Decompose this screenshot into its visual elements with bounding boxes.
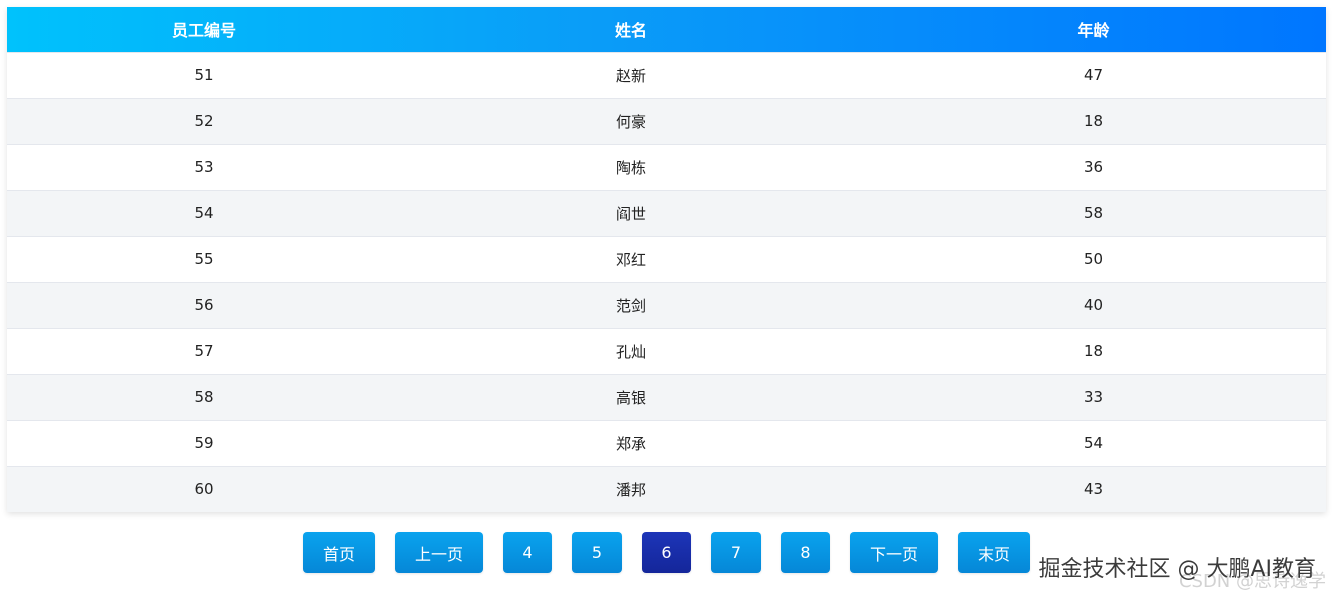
table-row: 60 潘邦 43 — [7, 466, 1326, 512]
watermark-juejin: 掘金技术社区 @ 大鹏AI教育 — [1038, 557, 1316, 582]
cell-age: 18 — [1083, 342, 1104, 360]
table-row: 51 赵新 47 — [7, 52, 1326, 98]
page-button-7[interactable]: 7 — [711, 532, 761, 573]
cell-name: 陶栋 — [615, 158, 646, 177]
table-row: 52 何豪 18 — [7, 98, 1326, 144]
table-row: 53 陶栋 36 — [7, 144, 1326, 190]
first-page-button[interactable]: 首页 — [303, 532, 375, 573]
employee-table: 员工编号 姓名 年龄 51 赵新 47 52 何豪 18 53 陶栋 36 54… — [7, 7, 1326, 512]
table-header: 员工编号 姓名 年龄 — [7, 7, 1326, 52]
cell-employee-id: 57 — [194, 342, 214, 360]
cell-name: 郑承 — [615, 434, 646, 453]
cell-age: 33 — [1083, 388, 1104, 406]
column-header-name: 姓名 — [614, 21, 647, 41]
page-button-5[interactable]: 5 — [572, 532, 622, 573]
cell-employee-id: 53 — [194, 158, 214, 176]
table-body: 51 赵新 47 52 何豪 18 53 陶栋 36 54 阎世 58 55 邓 — [7, 52, 1326, 512]
cell-age: 43 — [1083, 480, 1104, 499]
column-header-employee-id: 员工编号 — [171, 21, 236, 41]
cell-employee-id: 56 — [194, 296, 214, 314]
table-row: 57 孔灿 18 — [7, 328, 1326, 374]
cell-name: 邓红 — [615, 250, 646, 269]
page-button-8[interactable]: 8 — [781, 532, 830, 573]
cell-name: 孔灿 — [615, 342, 646, 361]
last-page-button[interactable]: 末页 — [958, 532, 1030, 573]
cell-employee-id: 60 — [194, 480, 214, 499]
cell-age: 58 — [1083, 204, 1104, 222]
table-row: 59 郑承 54 — [7, 420, 1326, 466]
cell-age: 36 — [1083, 158, 1104, 176]
cell-employee-id: 51 — [194, 66, 214, 84]
table-row: 55 邓红 50 — [7, 236, 1326, 282]
cell-employee-id: 55 — [194, 250, 214, 268]
cell-age: 50 — [1083, 250, 1104, 268]
cell-name: 范剑 — [615, 296, 646, 315]
cell-age: 54 — [1083, 434, 1104, 452]
prev-page-button[interactable]: 上一页 — [395, 532, 483, 573]
page-button-4[interactable]: 4 — [503, 532, 552, 573]
cell-age: 47 — [1083, 66, 1104, 84]
table-header-row: 员工编号 姓名 年龄 — [7, 7, 1326, 52]
table-row: 58 高银 33 — [7, 374, 1326, 420]
employee-table-container: 员工编号 姓名 年龄 51 赵新 47 52 何豪 18 53 陶栋 36 54… — [7, 7, 1326, 512]
cell-employee-id: 52 — [194, 112, 214, 130]
table-row: 54 阎世 58 — [7, 190, 1326, 236]
cell-age: 40 — [1083, 296, 1104, 314]
cell-name: 何豪 — [615, 112, 646, 131]
cell-name: 潘邦 — [615, 480, 646, 499]
cell-name: 赵新 — [615, 66, 646, 85]
cell-name: 阎世 — [615, 204, 646, 223]
cell-name: 高银 — [615, 388, 646, 407]
next-page-button[interactable]: 下一页 — [850, 532, 938, 573]
cell-employee-id: 54 — [194, 204, 214, 222]
cell-employee-id: 59 — [194, 434, 214, 452]
column-header-age: 年龄 — [1077, 21, 1110, 41]
cell-age: 18 — [1083, 112, 1104, 130]
cell-employee-id: 58 — [194, 388, 214, 406]
table-row: 56 范剑 40 — [7, 282, 1326, 328]
page-button-6-current[interactable]: 6 — [642, 532, 691, 573]
